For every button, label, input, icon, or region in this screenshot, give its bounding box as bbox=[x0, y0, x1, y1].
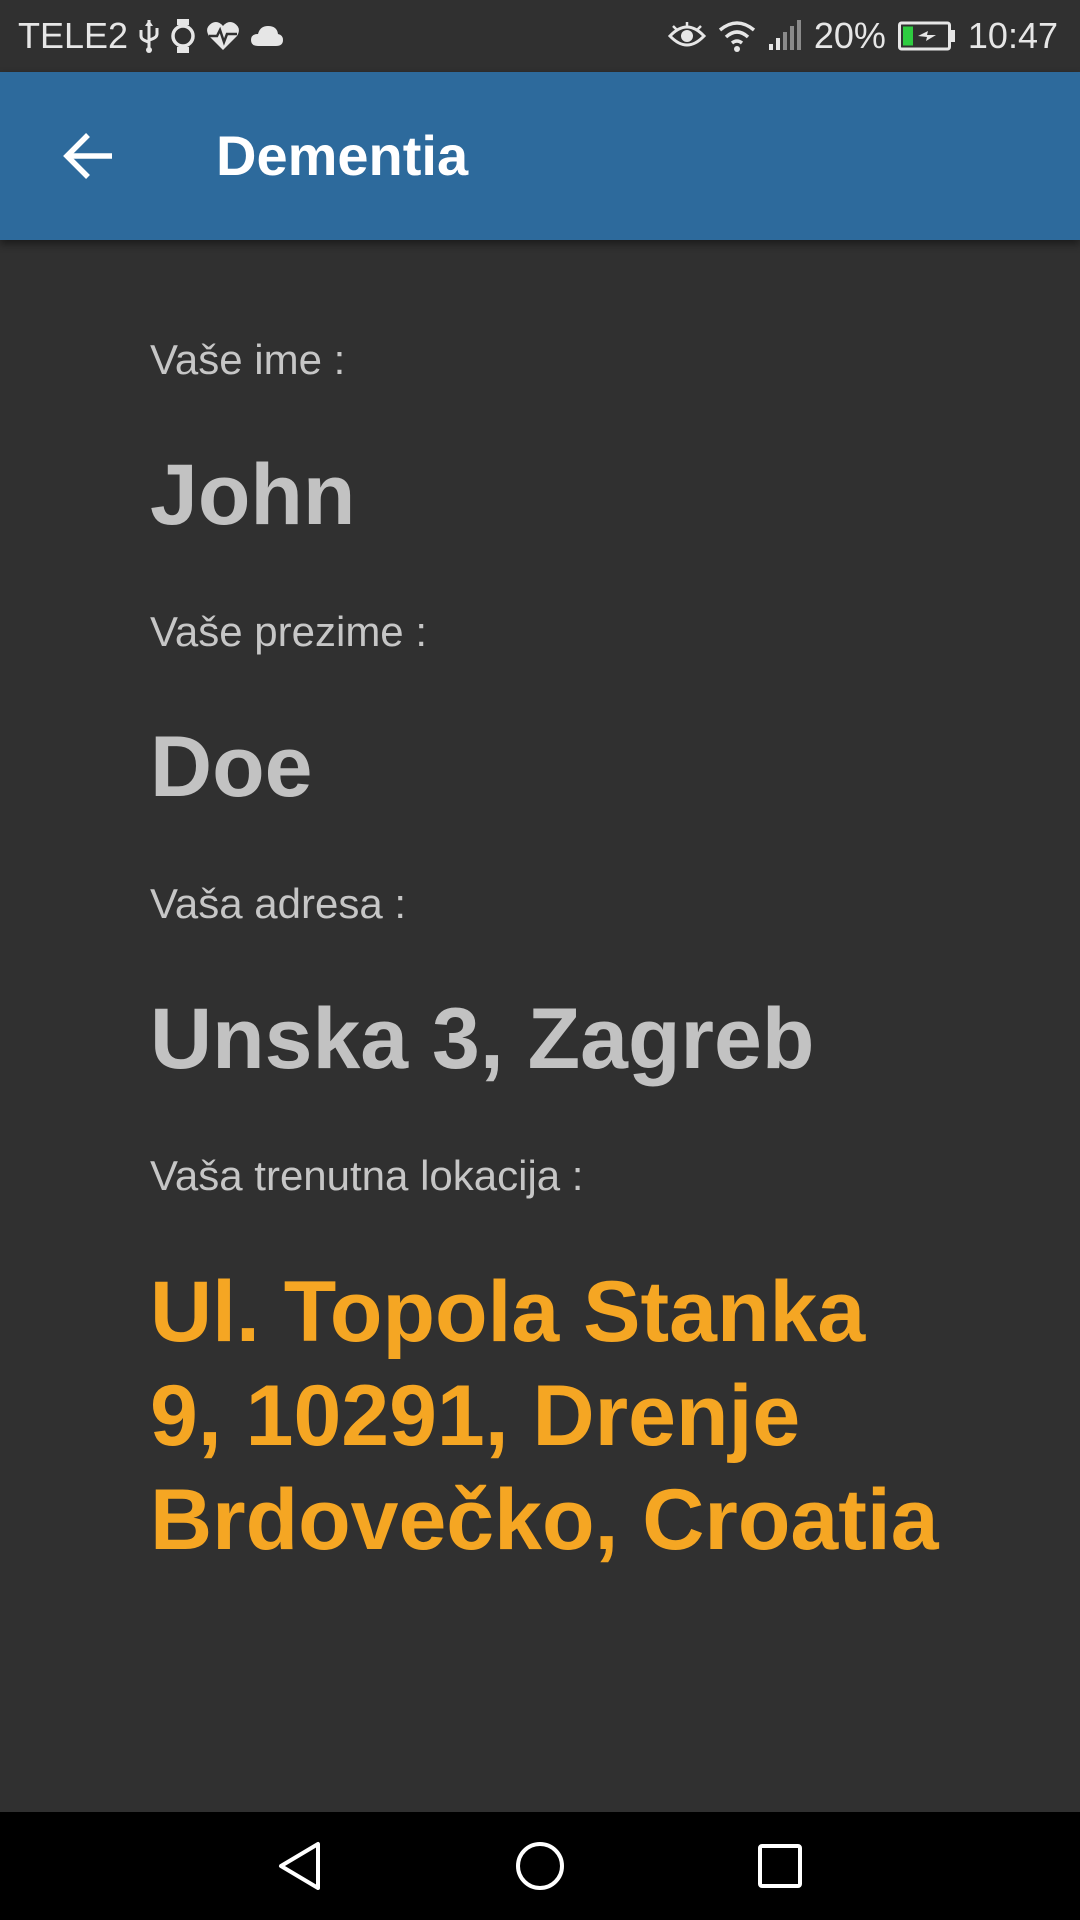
page-title: Dementia bbox=[216, 124, 469, 187]
home-circle-icon bbox=[516, 1842, 564, 1890]
watch-icon bbox=[170, 16, 196, 56]
address-value: Unska 3, Zagreb bbox=[150, 991, 815, 1087]
wifi-icon bbox=[718, 16, 756, 56]
address-label: Vaša adresa : bbox=[150, 880, 407, 927]
nav-home-button[interactable] bbox=[480, 1812, 600, 1920]
eye-icon bbox=[667, 16, 706, 56]
location-label: Vaša trenutna lokacija : bbox=[150, 1152, 584, 1199]
app-bar: Dementia bbox=[0, 72, 1080, 240]
heart-rate-icon bbox=[206, 16, 240, 56]
system-nav-bar bbox=[0, 1812, 1080, 1920]
arrow-back-icon bbox=[63, 133, 112, 179]
last-name-value: Doe bbox=[150, 719, 313, 815]
last-name-label: Vaše prezime : bbox=[150, 608, 427, 655]
battery-percent: 20% bbox=[813, 15, 886, 56]
battery-charging-icon bbox=[897, 16, 956, 56]
back-triangle-icon bbox=[279, 1842, 320, 1890]
location-line-1: Ul. Topola Stanka bbox=[150, 1264, 866, 1360]
carrier-name: TELE2 bbox=[18, 15, 129, 56]
status-bar: TELE2 20% 10:47 bbox=[0, 0, 1080, 72]
first-name-value: John bbox=[150, 447, 356, 543]
clock-time: 10:47 bbox=[967, 15, 1058, 56]
location-line-3: Brdovečko, Croatia bbox=[150, 1472, 939, 1568]
back-button[interactable] bbox=[40, 108, 136, 204]
status-left: TELE2 bbox=[18, 0, 284, 72]
current-location-value: Ul. Topola Stanka 9, 10291, Drenje Brdov… bbox=[150, 1260, 1030, 1572]
usb-icon bbox=[138, 16, 160, 56]
first-name-label: Vaše ime : bbox=[150, 336, 346, 383]
status-right: 20% 10:47 bbox=[667, 0, 1058, 72]
location-line-2: 9, 10291, Drenje bbox=[150, 1368, 801, 1464]
signal-icon bbox=[768, 16, 802, 56]
nav-recents-button[interactable] bbox=[720, 1812, 840, 1920]
recents-square-icon bbox=[758, 1844, 802, 1888]
cloud-icon bbox=[250, 16, 284, 56]
nav-back-button[interactable] bbox=[240, 1812, 360, 1920]
